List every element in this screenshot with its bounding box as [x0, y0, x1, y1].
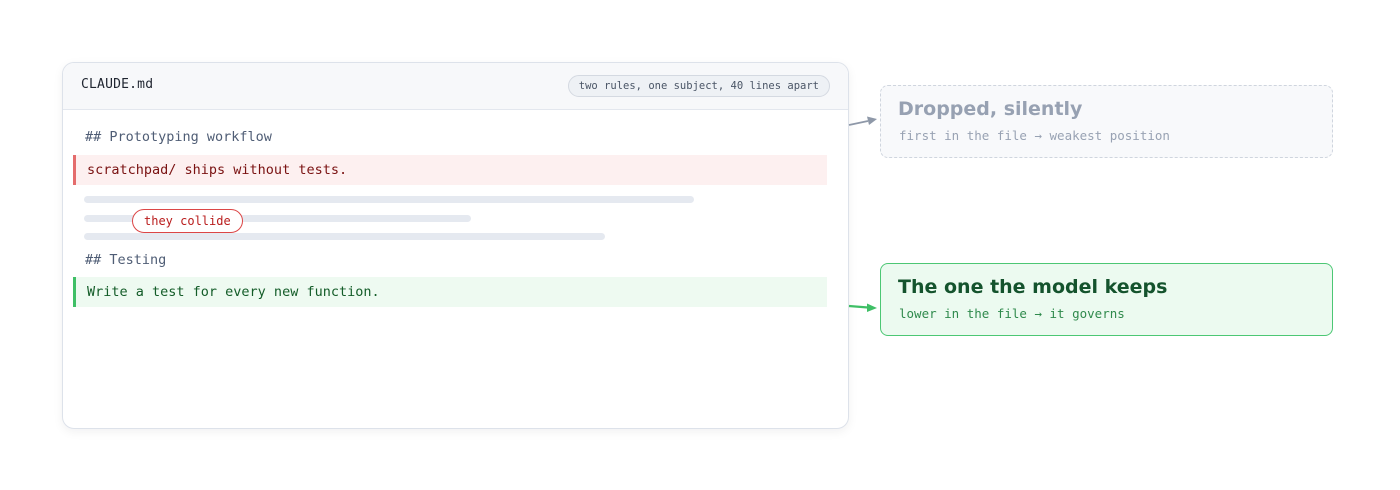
- kept-title: The one the model keeps: [898, 276, 1168, 298]
- kept-rule-card: The one the model keeps lower in the fil…: [880, 263, 1333, 336]
- dropped-rule-card: Dropped, silently first in the file → we…: [880, 85, 1333, 158]
- dropped-title: Dropped, silently: [898, 98, 1083, 120]
- dropped-arrow-line: [848, 120, 869, 126]
- kept-subtitle: lower in the file → it governs: [899, 306, 1125, 321]
- kept-arrowhead-icon: [867, 303, 877, 312]
- kept-arrow-line: [848, 304, 869, 309]
- dropped-arrowhead-icon: [867, 116, 877, 125]
- dropped-subtitle: first in the file → weakest position: [899, 128, 1170, 143]
- connector-arrows: [848, 116, 877, 312]
